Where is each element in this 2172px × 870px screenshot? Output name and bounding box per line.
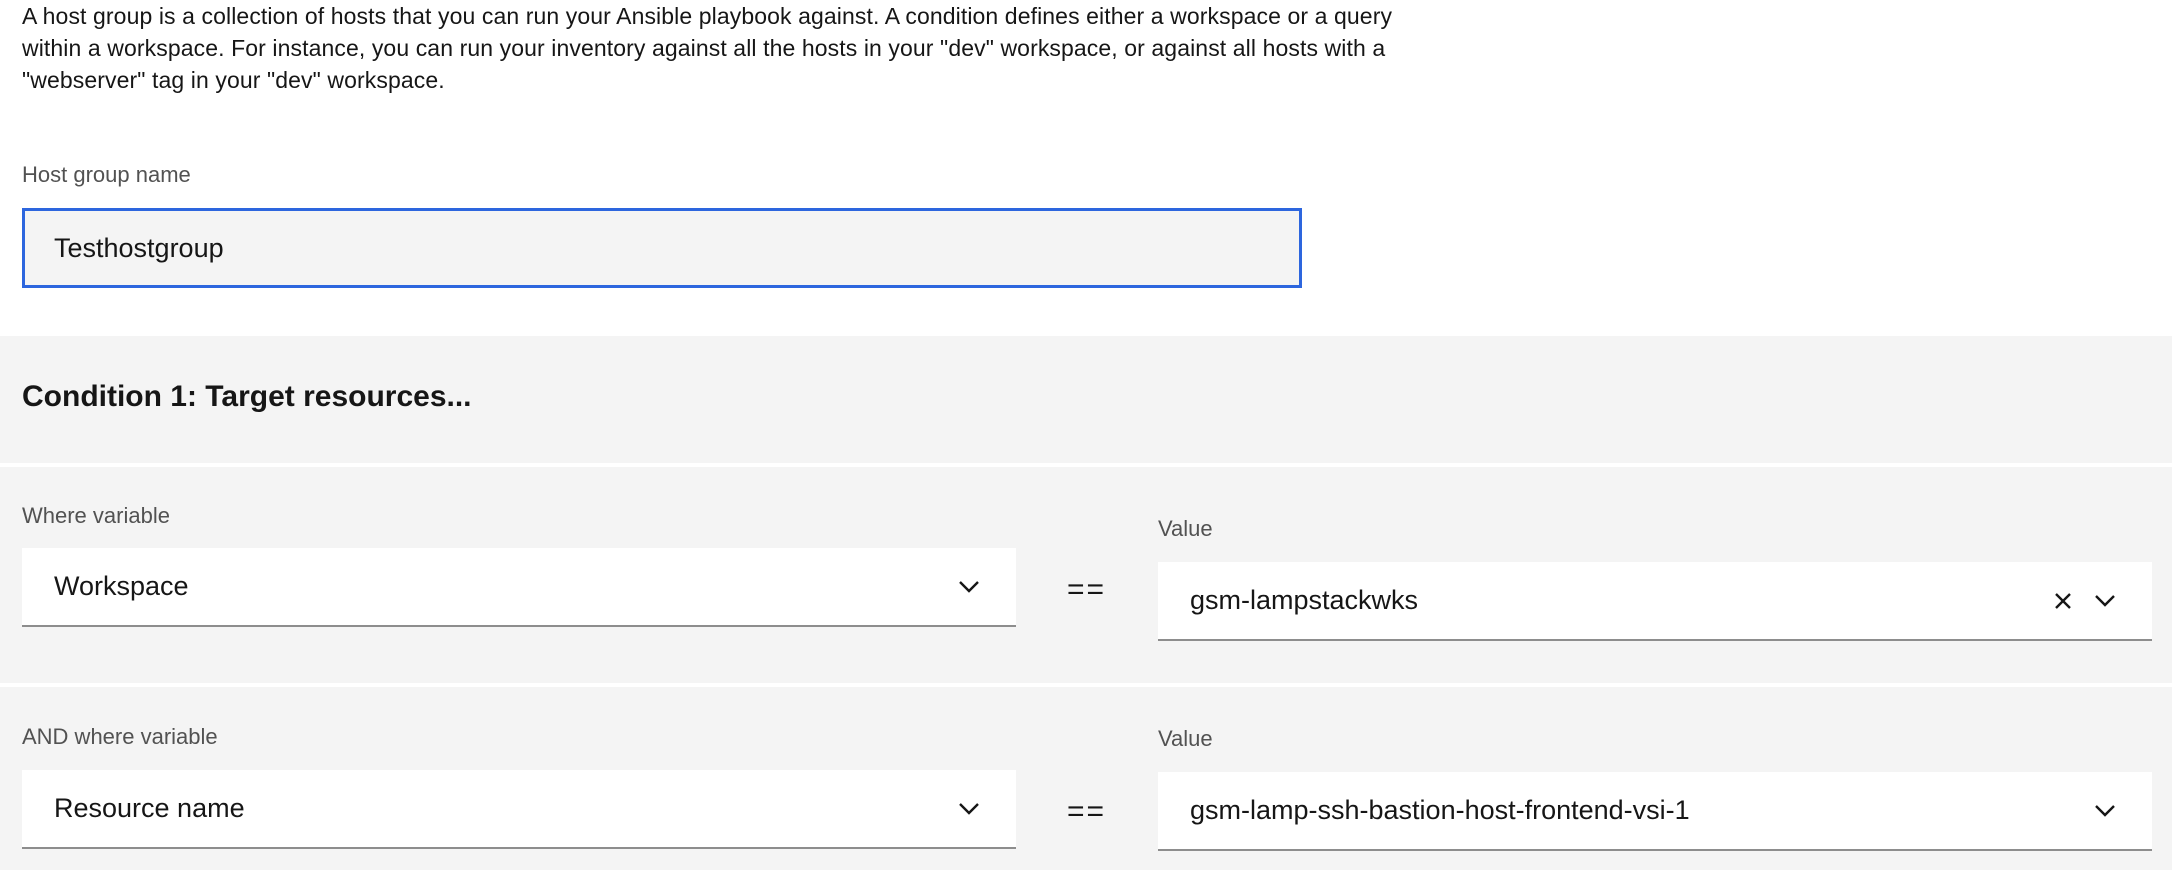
value-combobox[interactable]: gsm-lampstackwks xyxy=(1158,562,2152,641)
chevron-down-icon[interactable] xyxy=(2090,796,2120,826)
and-where-variable-select[interactable]: Resource name xyxy=(22,770,1016,849)
host-group-form: A host group is a collection of hosts th… xyxy=(0,0,2172,870)
divider xyxy=(0,463,2172,467)
and-where-variable-selected: Resource name xyxy=(54,793,245,823)
equals-operator: == xyxy=(1067,795,1107,828)
where-variable-label: Where variable xyxy=(22,503,170,528)
intro-description: A host group is a collection of hosts th… xyxy=(22,3,1393,93)
value-label: Value xyxy=(1158,726,1213,751)
value-label: Value xyxy=(1158,516,1213,541)
divider xyxy=(0,683,2172,687)
clear-icon[interactable] xyxy=(2048,586,2078,616)
host-group-name-label: Host group name xyxy=(22,162,191,187)
where-variable-selected: Workspace xyxy=(54,571,189,601)
value-selected: gsm-lampstackwks xyxy=(1190,585,1419,615)
host-group-name-input[interactable] xyxy=(22,208,1302,288)
value-selected: gsm-lamp-ssh-bastion-host-frontend-vsi-1 xyxy=(1190,795,1690,825)
chevron-down-icon[interactable] xyxy=(2090,586,2120,616)
where-variable-select[interactable]: Workspace xyxy=(22,548,1016,627)
equals-operator: == xyxy=(1067,573,1107,606)
value-select[interactable]: gsm-lamp-ssh-bastion-host-frontend-vsi-1 xyxy=(1158,772,2152,851)
chevron-down-icon[interactable] xyxy=(954,794,984,824)
condition-title: Condition 1: Target resources... xyxy=(22,380,472,413)
chevron-down-icon[interactable] xyxy=(954,572,984,602)
and-where-variable-label: AND where variable xyxy=(22,724,218,749)
